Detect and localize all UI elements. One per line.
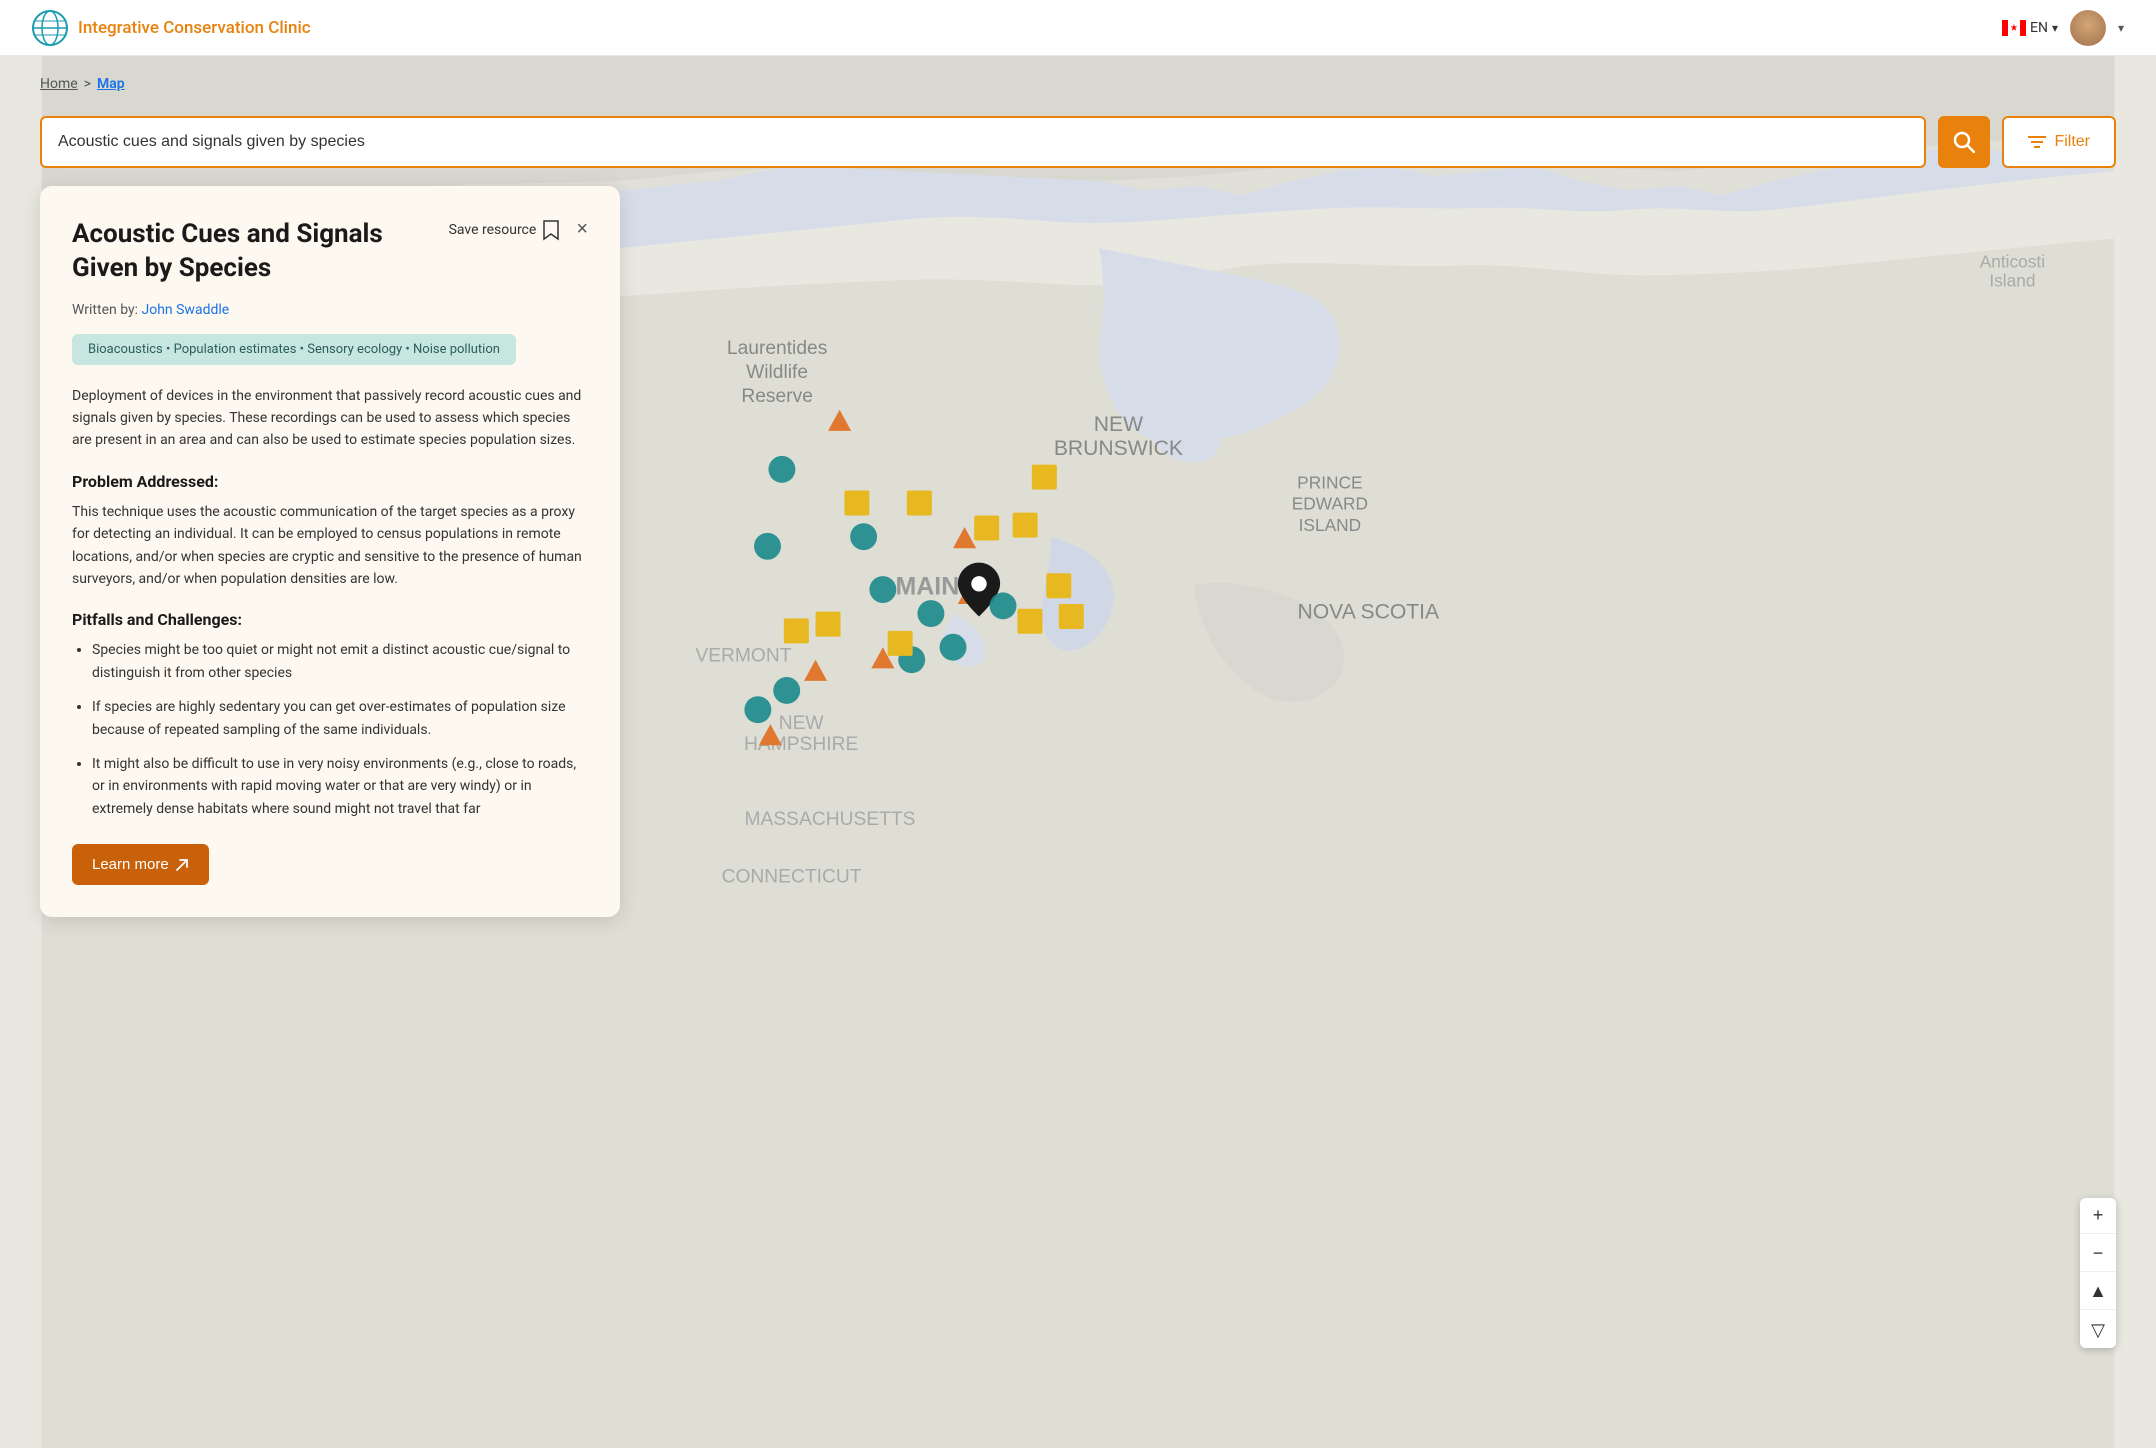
svg-text:MASSACHUSETTS: MASSACHUSETTS (745, 809, 916, 830)
save-resource-label: Save resource (449, 222, 537, 238)
breadcrumb-separator: > (84, 76, 91, 92)
compass-south-button[interactable]: ▽ (2080, 1312, 2116, 1348)
description-text: Deployment of devices in the environment… (72, 385, 588, 452)
language-chevron-icon (2052, 20, 2058, 36)
problem-addressed-text: This technique uses the acoustic communi… (72, 501, 588, 591)
compass-up-icon: ▲ (2089, 1281, 2107, 1302)
map-controls: + − ▲ ▽ (2080, 1198, 2116, 1348)
search-button[interactable] (1938, 116, 1990, 168)
canada-flag-icon (2002, 20, 2026, 36)
author-link[interactable]: John Swaddle (142, 302, 230, 318)
breadcrumb-home[interactable]: Home (40, 76, 78, 92)
zoom-in-button[interactable]: + (2080, 1198, 2116, 1234)
svg-text:NEW: NEW (779, 713, 825, 734)
svg-text:CONNECTICUT: CONNECTICUT (722, 867, 862, 888)
svg-text:NOVA SCOTIA: NOVA SCOTIA (1297, 600, 1440, 623)
zoom-in-icon: + (2093, 1205, 2104, 1226)
save-resource-button[interactable]: Save resource (449, 219, 561, 241)
panel-header: Acoustic Cues and Signals Given by Speci… (72, 218, 588, 286)
svg-text:Island: Island (1989, 271, 2035, 291)
list-item: It might also be difficult to use in ver… (92, 753, 588, 820)
filter-button[interactable]: Filter (2002, 116, 2116, 168)
svg-text:ISLAND: ISLAND (1299, 515, 1361, 535)
header: Integrative Conservation Clinic EN ▾ (0, 0, 2156, 56)
written-by-prefix: Written by: (72, 302, 142, 318)
svg-text:EDWARD: EDWARD (1292, 494, 1368, 514)
tags-text: Bioacoustics • Population estimates • Se… (72, 334, 516, 365)
header-right: EN ▾ (2002, 10, 2124, 46)
avatar-dropdown-icon[interactable]: ▾ (2118, 21, 2124, 35)
bookmark-icon (542, 219, 560, 241)
filter-label: Filter (2054, 133, 2090, 151)
zoom-out-icon: − (2093, 1243, 2104, 1264)
panel-actions: Save resource × (449, 218, 588, 241)
search-bar: Filter (40, 116, 2116, 168)
zoom-out-button[interactable]: − (2080, 1236, 2116, 1272)
svg-text:VERMONT: VERMONT (695, 646, 791, 667)
learn-more-button[interactable]: Learn more (72, 844, 209, 885)
learn-more-label: Learn more (92, 856, 169, 873)
svg-text:NEW: NEW (1094, 413, 1143, 436)
svg-text:Laurentides: Laurentides (727, 338, 827, 359)
pitfalls-list: Species might be too quiet or might not … (72, 639, 588, 820)
filter-icon (2028, 135, 2046, 149)
pitfalls-title: Pitfalls and Challenges: (72, 610, 588, 629)
svg-text:Anticosti: Anticosti (1980, 251, 2045, 271)
search-icon (1953, 131, 1975, 153)
search-input-wrapper (40, 116, 1926, 168)
language-selector[interactable]: EN (2002, 20, 2058, 36)
list-item: If species are highly sedentary you can … (92, 696, 588, 741)
svg-text:Wildlife: Wildlife (746, 362, 808, 383)
compass-north-button[interactable]: ▲ (2080, 1274, 2116, 1310)
language-code: EN (2030, 20, 2048, 36)
search-input[interactable] (40, 116, 1926, 168)
author-line: Written by: John Swaddle (72, 302, 588, 318)
main-content: Laurentides Wildlife Reserve NEW BRUNSWI… (0, 56, 2156, 1448)
external-link-icon (175, 858, 189, 872)
breadcrumb-current[interactable]: Map (97, 76, 125, 92)
svg-text:PRINCE: PRINCE (1297, 473, 1362, 493)
resource-panel: Acoustic Cues and Signals Given by Speci… (40, 186, 620, 917)
problem-addressed-title: Problem Addressed: (72, 472, 588, 491)
list-item: Species might be too quiet or might not … (92, 639, 588, 684)
icc-logo-icon (32, 10, 68, 46)
tag-bar: Bioacoustics • Population estimates • Se… (72, 334, 588, 365)
svg-text:BRUNSWICK: BRUNSWICK (1054, 437, 1183, 460)
svg-text:Reserve: Reserve (741, 386, 813, 407)
panel-title: Acoustic Cues and Signals Given by Speci… (72, 218, 392, 286)
compass-down-icon: ▽ (2091, 1320, 2105, 1341)
app-title: Integrative Conservation Clinic (78, 18, 311, 38)
close-icon: × (576, 218, 588, 240)
close-panel-button[interactable]: × (576, 218, 588, 241)
avatar-image (2070, 10, 2106, 46)
breadcrumb: Home > Map (40, 76, 125, 92)
logo[interactable]: Integrative Conservation Clinic (32, 10, 311, 46)
user-avatar[interactable] (2070, 10, 2106, 46)
